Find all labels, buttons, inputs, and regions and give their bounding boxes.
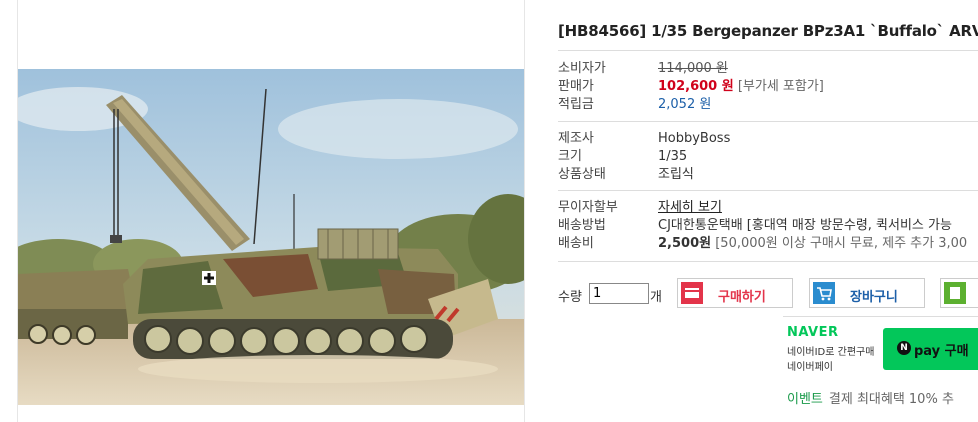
- buy-card-icon: [681, 282, 703, 304]
- points-label: 적립금: [558, 97, 594, 112]
- naver-pay-box: NAVER 네이버ID로 간편구매 네이버페이 N pay 구매: [783, 316, 978, 375]
- buy-button[interactable]: 구매하기: [677, 278, 793, 308]
- points-value: 2,052 원: [658, 97, 712, 112]
- vat-note: [부가세 포함가]: [737, 79, 824, 94]
- cart-button[interactable]: 장바구니: [809, 278, 925, 308]
- condition-value: 조립식: [658, 167, 694, 182]
- condition-label: 상품상태: [558, 167, 606, 182]
- consumer-price-label: 소비자가: [558, 61, 606, 76]
- naver-pay-text: 네이버페이: [787, 362, 833, 373]
- shipping-method-value: CJ대한통운택배 [홍대역 매장 방문수령, 퀵서비스 가능: [658, 218, 952, 233]
- shipping-fee-note: [50,000원 이상 구매시 무료, 제주 추가 3,00: [715, 236, 968, 251]
- maker-label: 제조사: [558, 131, 594, 146]
- shipping-fee-group: 2,500원 [50,000원 이상 구매시 무료, 제주 추가 3,00: [658, 235, 967, 253]
- product-title: [HB84566] 1/35 Bergepanzer BPz3A1 `Buffa…: [558, 22, 978, 40]
- naver-pay-button[interactable]: N pay 구매: [883, 328, 978, 370]
- divider: [558, 50, 978, 51]
- product-image[interactable]: [18, 69, 524, 405]
- divider: [558, 121, 978, 122]
- quantity-label: 수량: [558, 290, 582, 305]
- quantity-unit: 개: [650, 290, 662, 305]
- divider: [558, 261, 978, 262]
- installment-details-link[interactable]: 자세히 보기: [658, 199, 722, 217]
- shipping-fee: 2,500원: [658, 236, 712, 251]
- naver-id-text: 네이버ID로 간편구매: [787, 347, 875, 358]
- wishlist-icon: [944, 282, 966, 304]
- sale-price: 102,600 원: [658, 79, 734, 94]
- cart-icon: [813, 282, 835, 304]
- naver-logo: NAVER: [787, 325, 839, 340]
- cart-button-label: 장바구니: [850, 290, 898, 305]
- shipping-method-label: 배송방법: [558, 218, 606, 233]
- shipping-fee-label: 배송비: [558, 236, 594, 251]
- naver-pay-button-label: pay 구매: [914, 344, 969, 359]
- installment-label: 무이자할부: [558, 200, 618, 215]
- wishlist-button[interactable]: [940, 278, 978, 308]
- buy-button-label: 구매하기: [718, 290, 766, 305]
- consumer-price: 114,000 원: [658, 61, 728, 76]
- naver-n-icon: N: [897, 341, 911, 355]
- event-tag[interactable]: 이벤트: [787, 392, 823, 407]
- event-text: 결제 최대혜택 10% 추: [828, 392, 954, 407]
- sale-price-label: 판매가: [558, 79, 594, 94]
- divider: [558, 190, 978, 191]
- sale-price-group: 102,600 원 [부가세 포함가]: [658, 78, 824, 96]
- size-value: 1/35: [658, 149, 688, 164]
- maker-value: HobbyBoss: [658, 131, 731, 146]
- size-label: 크기: [558, 149, 582, 164]
- quantity-input[interactable]: [589, 283, 649, 304]
- event-row: 이벤트 결제 최대혜택 10% 추: [787, 388, 954, 407]
